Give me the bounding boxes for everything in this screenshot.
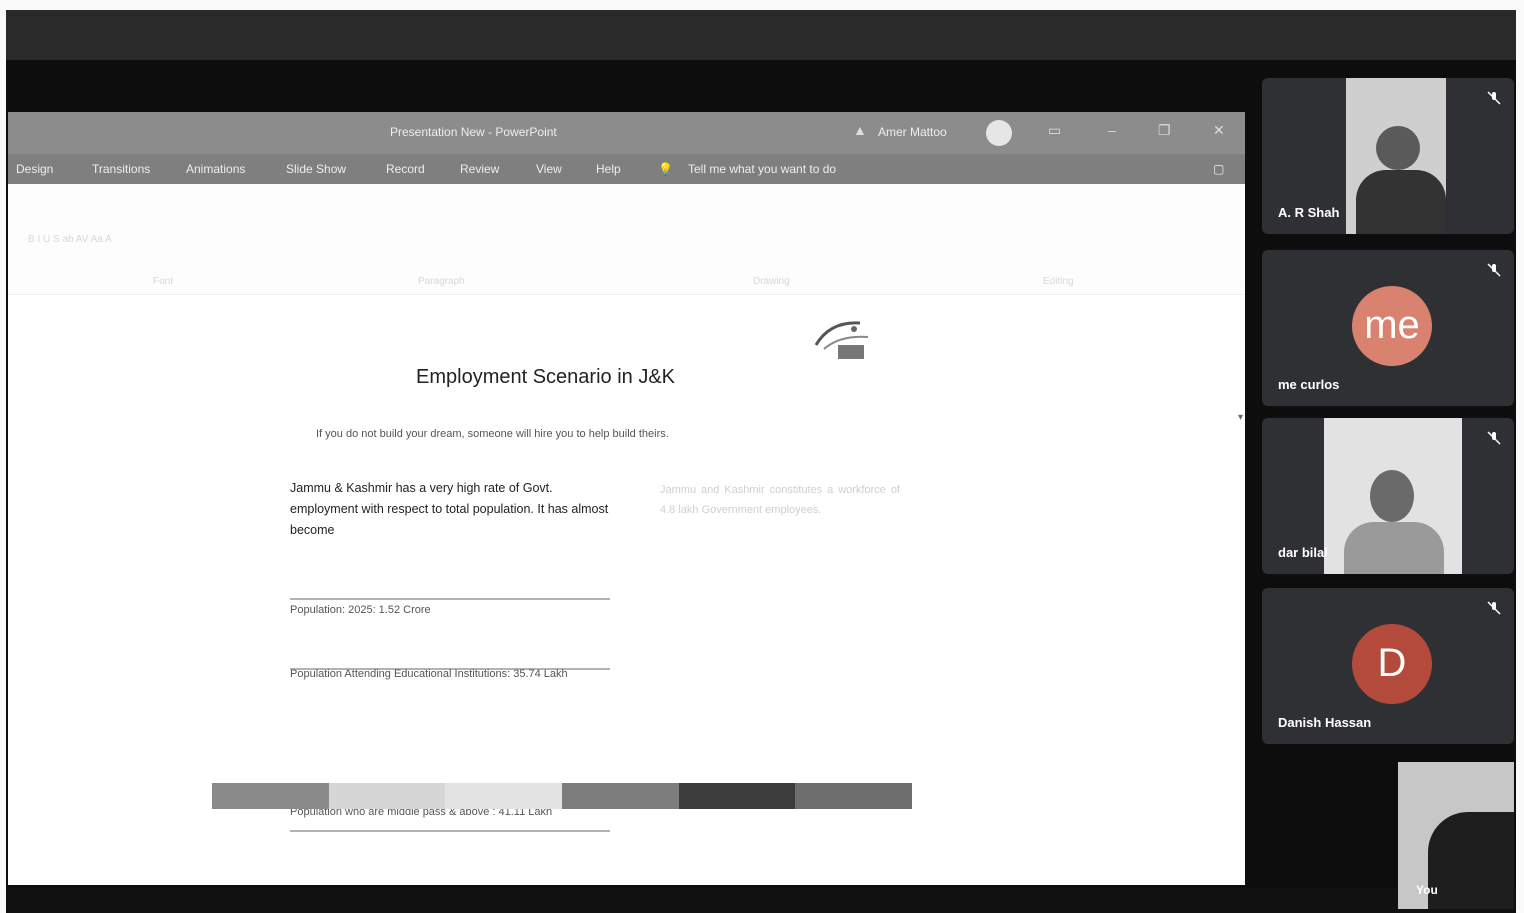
- participant-avatar: me: [1352, 286, 1432, 366]
- color-block: [795, 783, 913, 809]
- tab-record[interactable]: Record: [386, 162, 425, 176]
- ribbon-group-drawing: Drawing: [753, 276, 790, 287]
- ribbon-format-icons[interactable]: B I U S ab AV Aa A: [28, 234, 112, 245]
- participant-tile[interactable]: dar bilal: [1262, 418, 1514, 574]
- mic-off-icon: [1487, 263, 1501, 277]
- tab-animations[interactable]: Animations: [186, 162, 245, 176]
- minimize-icon[interactable]: –: [1108, 122, 1116, 138]
- lightbulb-icon: 💡: [658, 162, 673, 176]
- participant-name: A. R Shah: [1278, 205, 1340, 220]
- participant-name: me curlos: [1278, 377, 1340, 392]
- participant-video: [1324, 418, 1462, 574]
- ribbon-group-paragraph: Paragraph: [418, 276, 465, 287]
- vertical-scrollbar[interactable]: ▾: [1238, 412, 1243, 423]
- slide-left-paragraph: Jammu & Kashmir has a very high rate of …: [290, 481, 609, 537]
- ppt-user-name: Amer Mattoo: [878, 125, 947, 139]
- ribbon-group-font: Font: [153, 276, 174, 287]
- emblem-logo-icon: [814, 321, 869, 359]
- mic-off-icon: [1487, 431, 1501, 445]
- slide-quote: If you do not build your dream, someone …: [316, 428, 669, 440]
- participant-video: [1346, 78, 1446, 234]
- ppt-window-title: Presentation New - PowerPoint: [390, 125, 557, 139]
- shared-screen-powerpoint: Presentation New - PowerPoint ▲ Amer Mat…: [8, 112, 1245, 885]
- comments-icon[interactable]: ▢: [1213, 162, 1224, 176]
- divider-line: [290, 830, 610, 832]
- mic-off-icon: [1487, 601, 1501, 615]
- tab-help[interactable]: Help: [596, 162, 621, 176]
- user-avatar[interactable]: [986, 120, 1012, 146]
- close-icon[interactable]: ✕: [1213, 122, 1225, 139]
- slide-canvas[interactable]: Employment Scenario in J&K If you do not…: [116, 298, 916, 832]
- color-block: [212, 783, 329, 809]
- ribbon-display-icon[interactable]: ▭: [1048, 122, 1061, 139]
- tab-view[interactable]: View: [536, 162, 562, 176]
- participant-tile[interactable]: D Danish Hassan: [1262, 588, 1514, 744]
- color-block: [562, 783, 679, 809]
- meeting-top-bar: [6, 10, 1516, 60]
- ppt-ribbon: B I U S ab AV Aa A Font Paragraph Drawin…: [8, 184, 1245, 295]
- participant-tile[interactable]: me me curlos: [1262, 250, 1514, 406]
- tell-me-search[interactable]: Tell me what you want to do: [688, 162, 836, 176]
- tab-transitions[interactable]: Transitions: [92, 162, 150, 176]
- color-block: [445, 783, 563, 809]
- participant-name: Danish Hassan: [1278, 715, 1372, 730]
- self-view-name: You: [1416, 883, 1438, 897]
- color-block: [328, 783, 446, 809]
- stat-population: Population: 2025: 1.52 Crore: [290, 604, 431, 616]
- stat-education: Population Attending Educational Institu…: [290, 668, 568, 680]
- ppt-menu-bar: Design Transitions Animations Slide Show…: [8, 154, 1245, 184]
- mic-off-icon: [1487, 91, 1501, 105]
- warning-icon: ▲: [853, 122, 867, 138]
- tab-design[interactable]: Design: [16, 162, 53, 176]
- tab-slide-show[interactable]: Slide Show: [286, 162, 346, 176]
- self-view-video: [1428, 812, 1514, 909]
- restore-icon[interactable]: ❐: [1158, 122, 1171, 139]
- tab-review[interactable]: Review: [460, 162, 499, 176]
- divider-line: [290, 598, 610, 600]
- participant-name: dar bilal: [1278, 545, 1328, 560]
- slide-color-strip: [212, 783, 913, 809]
- slide-title: Employment Scenario in J&K: [416, 366, 676, 388]
- color-block: [678, 783, 796, 809]
- ppt-title-bar: Presentation New - PowerPoint ▲ Amer Mat…: [8, 112, 1245, 154]
- participant-avatar: D: [1352, 624, 1432, 704]
- self-view-tile[interactable]: You: [1398, 762, 1514, 909]
- slide-right-paragraph: Jammu and Kashmir constitutes a workforc…: [660, 484, 900, 516]
- meeting-bottom-bar: [6, 888, 1516, 913]
- participant-tile[interactable]: A. R Shah: [1262, 78, 1514, 234]
- ribbon-group-editing: Editing: [1043, 276, 1074, 287]
